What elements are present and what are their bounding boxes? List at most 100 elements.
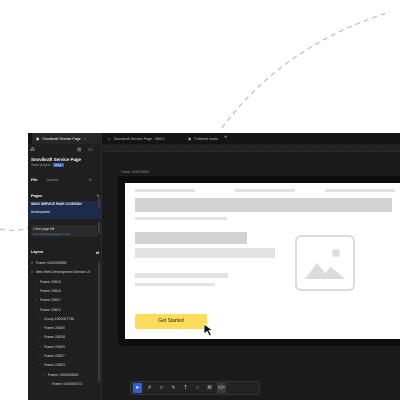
team-info: Team project Free bbox=[31, 163, 105, 167]
mouse-cursor-icon bbox=[203, 323, 215, 337]
layer-item[interactable]: :: Frame 20823 bbox=[39, 363, 113, 367]
layer-label: Group 1000007736 bbox=[43, 316, 75, 321]
figma-file-icon: ▣ bbox=[188, 136, 192, 141]
pages-heading-label: Pages bbox=[31, 194, 43, 198]
ruler-tick: | bbox=[173, 146, 174, 149]
layers-scrollbar[interactable] bbox=[98, 262, 100, 382]
layout-icon[interactable]: ⊞ bbox=[77, 147, 81, 153]
frame-icon: :: bbox=[39, 354, 41, 358]
search-icon[interactable]: ⌕ bbox=[89, 177, 92, 183]
shape-tool-icon[interactable]: □ bbox=[157, 383, 166, 393]
panel-toggle-icon[interactable]: ▭ bbox=[88, 147, 93, 153]
ruler-tick: | bbox=[333, 146, 334, 149]
page-item-sub-label: Development bbox=[31, 210, 50, 214]
frame-icon: :: bbox=[39, 316, 41, 321]
panel-tabs: File Assets bbox=[31, 178, 105, 182]
layer-item[interactable]: # New Web Development Service UI bbox=[31, 270, 105, 274]
layers-options-icon[interactable]: ⇄ bbox=[96, 250, 99, 255]
layer-item[interactable]: :: Frame 20829 bbox=[39, 345, 113, 349]
layer-label: Frame 20827 bbox=[43, 354, 65, 358]
page-frame[interactable]: Get Started bbox=[125, 183, 400, 339]
ruler-tick: | bbox=[125, 146, 126, 149]
layer-item[interactable]: :: Group 1000007736 bbox=[39, 317, 113, 321]
team-label: Team project bbox=[31, 163, 51, 167]
tab-file[interactable]: File bbox=[31, 178, 38, 182]
frame-icon: :: bbox=[35, 279, 37, 284]
layer-item[interactable]: :: Frame 20827 bbox=[39, 354, 113, 358]
text-placeholder bbox=[135, 248, 275, 258]
move-tool-icon[interactable]: ➤ bbox=[133, 383, 142, 393]
frame-tool-icon[interactable]: # bbox=[145, 383, 154, 393]
tab-label: Snovikraft Service Page - 980Cl bbox=[113, 136, 165, 141]
layer-label: Frame 20812 bbox=[39, 307, 61, 312]
layer-label: Frame 20829 bbox=[43, 344, 65, 349]
tab-snovikraft-service-page[interactable]: ▣ Snovikraft Service Page × bbox=[32, 133, 102, 144]
image-icon bbox=[305, 249, 345, 279]
left-panel: ⁂ ⊞ ▭ Snovikraft Service Page Team proje… bbox=[28, 144, 102, 400]
ruler-tick: | bbox=[189, 146, 190, 149]
layer-item[interactable]: :: Frame 20828 bbox=[39, 335, 113, 339]
tab-assets[interactable]: Assets bbox=[47, 178, 58, 182]
tab-bar: ▣ Snovikraft Service Page × ▷ Snovikraft… bbox=[28, 133, 400, 144]
design-canvas[interactable]: Frame 1000000659 Get Started bbox=[103, 152, 400, 400]
frame-icon: :: bbox=[35, 307, 37, 312]
frame-icon: :: bbox=[35, 298, 37, 303]
subheading-placeholder bbox=[135, 232, 247, 244]
new-tab-plus-icon[interactable]: + bbox=[224, 133, 228, 144]
frame-label[interactable]: Frame 1000000659 bbox=[121, 170, 149, 174]
ruler-tick: | bbox=[317, 146, 318, 149]
nav-placeholder bbox=[235, 189, 295, 192]
ruler-tick: | bbox=[141, 146, 142, 149]
tab-snovikraft-service-page-980[interactable]: ▷ Snovikraft Service Page - 980Cl bbox=[104, 133, 182, 144]
ruler-tick: | bbox=[237, 146, 238, 149]
close-icon[interactable]: × bbox=[84, 136, 86, 141]
image-placeholder bbox=[295, 235, 355, 291]
page-item-label: SNOV SERVICE PAGE UI DESIGN bbox=[31, 202, 82, 206]
scrollbar[interactable] bbox=[98, 196, 100, 208]
layer-label: New Web Development Service UI bbox=[35, 270, 90, 275]
frame-icon: :: bbox=[39, 363, 41, 368]
frame-icon: :: bbox=[35, 288, 37, 293]
layer-item[interactable]: # Frame 1000000659 bbox=[31, 261, 105, 265]
dev-mode-icon[interactable]: </> bbox=[217, 383, 226, 393]
frame-icon: :: bbox=[39, 344, 41, 349]
pen-tool-icon[interactable]: ✎ bbox=[169, 383, 178, 393]
figma-menu-icon[interactable]: ⁂ bbox=[30, 147, 35, 153]
text-placeholder bbox=[135, 283, 215, 286]
text-tool-icon[interactable]: T bbox=[181, 383, 190, 393]
layers-heading-label: Layers bbox=[31, 250, 44, 254]
get-started-button[interactable]: Get Started bbox=[135, 314, 207, 329]
comment-tool-icon[interactable]: ○ bbox=[193, 383, 202, 393]
scrollbar[interactable] bbox=[98, 222, 100, 234]
ruler-tick: | bbox=[253, 146, 254, 149]
page-item-selected[interactable]: SNOV SERVICE PAGE UI DESIGN Development bbox=[28, 201, 102, 219]
project-title[interactable]: Snovikraft Service Page bbox=[31, 157, 105, 162]
figma-file-icon: ▣ bbox=[36, 136, 40, 141]
plan-badge: Free bbox=[53, 163, 64, 167]
layer-label: Frame 1000000659 bbox=[35, 261, 67, 265]
layer-label: Frame 20823 bbox=[43, 363, 65, 368]
ruler-tick: | bbox=[221, 146, 222, 149]
figma-window: ▣ Snovikraft Service Page × ▷ Snovikraft… bbox=[28, 133, 400, 400]
tab-label: Polished leads bbox=[194, 136, 218, 141]
ruler-tick: | bbox=[301, 146, 302, 149]
headline-placeholder bbox=[135, 198, 392, 212]
frame-icon: :: bbox=[43, 372, 45, 377]
top-ruler: | | | | | | | | | | | | | | | | | | bbox=[103, 144, 400, 152]
actions-tool-icon[interactable]: ⌘ bbox=[205, 383, 214, 393]
nav-placeholder bbox=[325, 189, 395, 192]
ruler-tick: | bbox=[109, 146, 110, 149]
ruler-tick: | bbox=[349, 146, 350, 149]
frame-icon: :: bbox=[39, 335, 41, 340]
frame-icon: # bbox=[31, 261, 33, 265]
tab-label: Snovikraft Service Page bbox=[42, 136, 81, 141]
ruler-tick: | bbox=[381, 146, 382, 149]
warning-text: 1 free page left bbox=[33, 227, 55, 231]
device-frame: Get Started bbox=[118, 176, 400, 346]
ruler-tick: | bbox=[285, 146, 286, 149]
layer-item[interactable]: :: Frame 20825 bbox=[39, 326, 113, 330]
play-icon: ▷ bbox=[108, 136, 111, 141]
layer-label: Frame 1000000772 bbox=[51, 381, 83, 386]
upgrade-link[interactable]: Get unlimited pages & more bbox=[33, 232, 95, 236]
ruler-tick: | bbox=[269, 146, 270, 149]
